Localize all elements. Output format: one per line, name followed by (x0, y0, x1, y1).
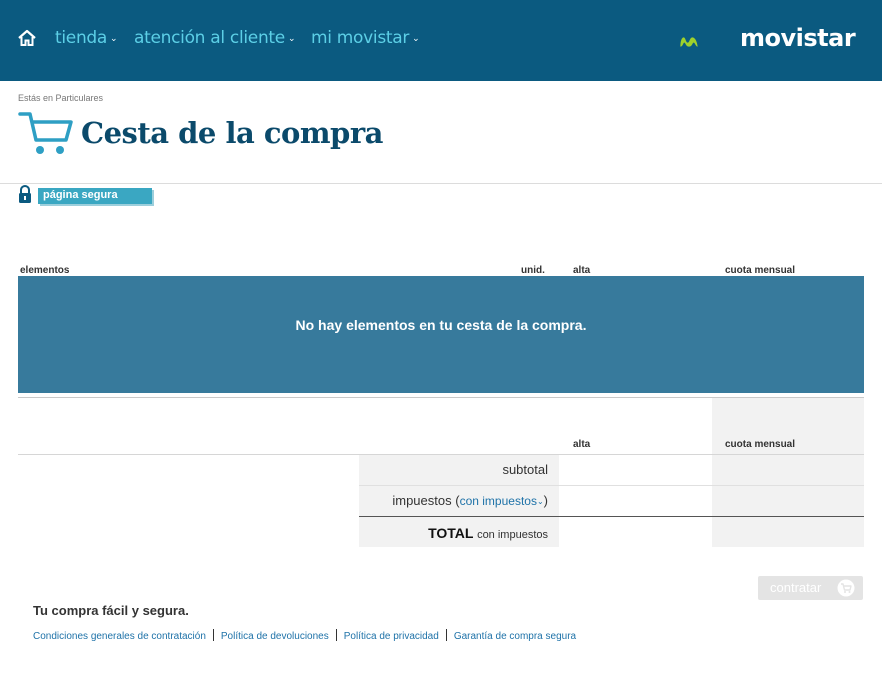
movistar-logo-icon[interactable] (679, 22, 739, 62)
header-alta: alta (573, 265, 591, 276)
taxes-mode-label: con impuestos (459, 494, 537, 508)
chevron-down-icon: ⌄ (110, 34, 118, 44)
header-elementos: elementos (20, 265, 70, 276)
empty-cart-message: No hay elementos en tu cesta de la compr… (295, 317, 587, 333)
link-politica-privacidad[interactable]: Política de privacidad (344, 631, 439, 642)
empty-cart-panel: No hay elementos en tu cesta de la compr… (18, 276, 864, 393)
taxes-row-label: impuestos (con impuestos⌄) (392, 493, 548, 508)
nav-tienda-label: tienda (55, 28, 108, 48)
footer-links: Condiciones generales de contratación Pol… (33, 629, 576, 642)
monthly-column-background (712, 398, 864, 547)
page-title: Cesta de la compra (81, 116, 383, 150)
cart-icon (837, 579, 855, 597)
taxes-mode-dropdown[interactable]: con impuestos⌄ (460, 494, 544, 508)
summary-header-alta: alta (573, 439, 591, 450)
footer-title: Tu compra fácil y segura. (33, 603, 189, 618)
divider (359, 485, 864, 486)
nav-atencion-cliente-label: atención al cliente (134, 28, 285, 48)
total-row-label: TOTAL con impuestos (428, 525, 548, 541)
lock-icon (19, 185, 31, 203)
header-cuota-mensual: cuota mensual (725, 265, 796, 276)
total-label: TOTAL (428, 525, 474, 541)
title-divider (0, 183, 882, 184)
divider (359, 516, 864, 517)
link-condiciones-generales[interactable]: Condiciones generales de contratación (33, 631, 206, 642)
chevron-down-icon: ⌄ (412, 34, 420, 44)
header-unidades: unid. (521, 265, 545, 276)
link-politica-devoluciones[interactable]: Política de devoluciones (221, 631, 329, 642)
divider (18, 454, 864, 455)
breadcrumb: Estás en Particulares (18, 93, 104, 103)
taxes-label: impuestos (392, 493, 452, 508)
shopping-cart-icon (18, 112, 73, 154)
link-separator (335, 629, 337, 641)
top-navigation-bar: tienda ⌄ atención al cliente ⌄ mi movistar… (0, 0, 882, 81)
home-icon[interactable] (17, 28, 37, 48)
chevron-down-icon: ⌄ (536, 497, 544, 506)
link-separator (212, 629, 214, 641)
contratar-button[interactable]: contratar (758, 576, 863, 600)
total-sub-label: con impuestos (477, 529, 548, 541)
chevron-down-icon: ⌄ (287, 34, 296, 44)
nav-mi-movistar-label: mi movistar (311, 28, 410, 48)
link-garantia-compra-segura[interactable]: Garantía de compra segura (454, 631, 576, 642)
nav-mi-movistar[interactable]: mi movistar ⌄ (311, 28, 420, 48)
summary-header-cuota-mensual: cuota mensual (725, 439, 796, 450)
contratar-label: contratar (770, 580, 822, 595)
subtotal-label: subtotal (502, 462, 548, 477)
logo-text[interactable]: movistar (740, 24, 856, 52)
nav-tienda[interactable]: tienda ⌄ (55, 28, 118, 48)
nav-atencion-cliente[interactable]: atención al cliente ⌄ (134, 28, 296, 48)
secure-page-badge: página segura (38, 188, 152, 204)
link-separator (445, 629, 447, 641)
taxes-paren-close: ) (543, 493, 548, 508)
